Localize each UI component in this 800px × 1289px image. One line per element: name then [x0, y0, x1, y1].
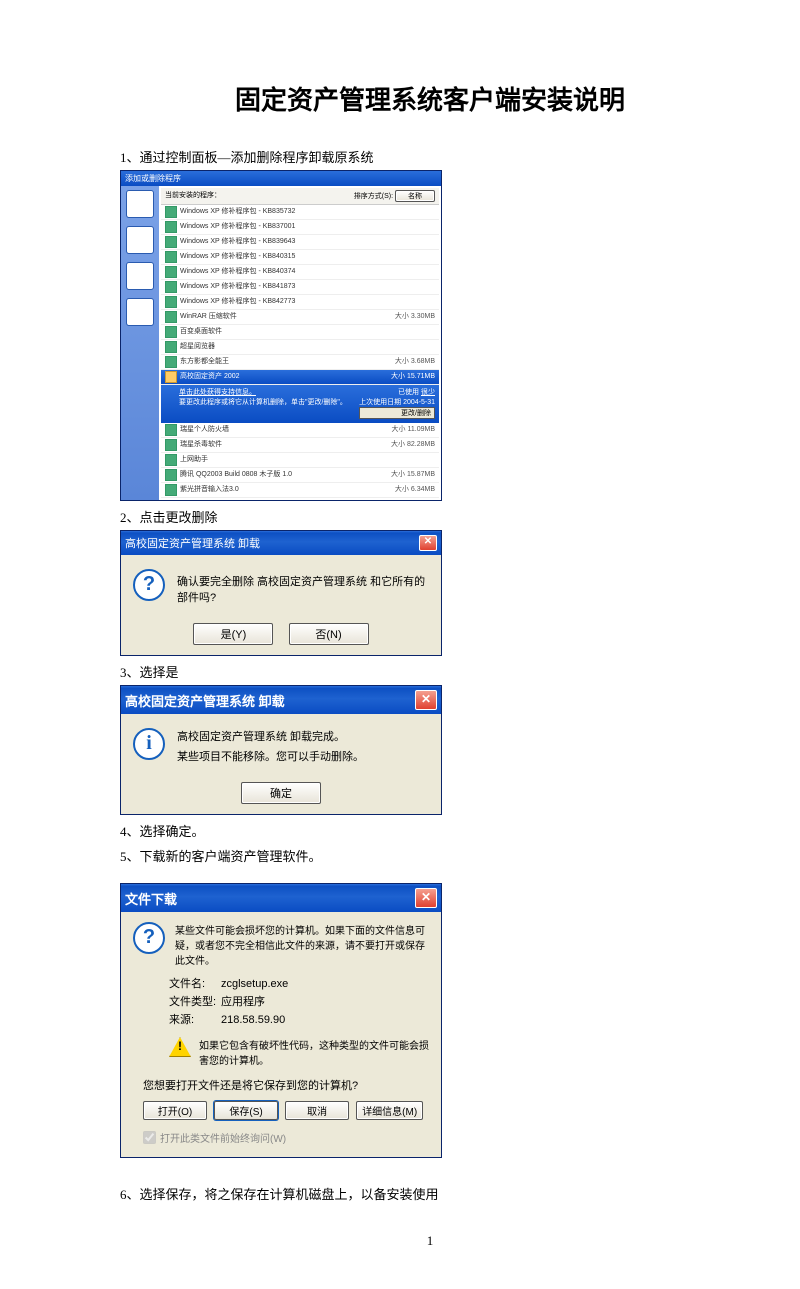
list-item: 百变桌面软件 — [161, 325, 439, 340]
done-msg2: 某些项目不能移除。您可以手动删除。 — [177, 748, 364, 764]
change-remove-button[interactable]: 更改/删除 — [359, 407, 435, 419]
step-6: 6、选择保存，将之保存在计算机磁盘上，以备安装使用 — [120, 1184, 740, 1203]
cancel-button[interactable]: 取消 — [285, 1101, 349, 1120]
list-item: 瑞星个人防火墙大小 11.09MB — [161, 423, 439, 438]
ok-button[interactable]: 确定 — [241, 782, 321, 804]
list-item: 上网助手 — [161, 453, 439, 468]
list-item: 瑞星杀毒软件大小 82.28MB — [161, 438, 439, 453]
warning-icon: ! — [169, 1037, 191, 1057]
no-button[interactable]: 否(N) — [289, 623, 369, 645]
arp-selected-row[interactable]: 高校固定资产 2002 大小 15.71MB — [161, 370, 439, 385]
list-item: Windows XP 修补程序包 - KB839643 — [161, 235, 439, 250]
list-item: 紫光拼音输入法3.0大小 6.34MB — [161, 483, 439, 498]
arp-selected-detail: 单击此处获得支持信息。 要更改此程序或将它从计算机删除，单击"更改/删除"。 已… — [161, 385, 439, 423]
page-number: 1 — [120, 1233, 740, 1249]
dialog-message: 确认要完全删除 高校固定资产管理系统 和它所有的部件吗? — [177, 569, 429, 605]
list-item: Windows XP 修补程序包 - KB840315 — [161, 250, 439, 265]
arp-sort-label: 排序方式(S): — [354, 193, 393, 200]
done-msg1: 高校固定资产管理系统 卸载完成。 — [177, 728, 364, 744]
arp-sidebar — [121, 186, 159, 500]
list-item: WinRAR 压缩软件大小 3.30MB — [161, 310, 439, 325]
type-label: 文件类型: — [169, 993, 221, 1009]
arp-title: 添加或删除程序 — [125, 173, 181, 184]
type-value: 应用程序 — [221, 996, 265, 1008]
dialog-title: 文件下载 — [125, 889, 415, 908]
more-info-button[interactable]: 详细信息(M) — [356, 1101, 423, 1120]
step-3: 3、选择是 — [120, 662, 740, 681]
confirm-uninstall-dialog: 高校固定资产管理系统 卸载 ✕ ? 确认要完全删除 高校固定资产管理系统 和它所… — [120, 530, 442, 656]
yes-button[interactable]: 是(Y) — [193, 623, 273, 645]
add-remove-programs-window: 添加或删除程序 当前安装的程序： 排序方式(S): 名称 Windows XP — [120, 170, 442, 501]
file-label: 文件名: — [169, 975, 221, 991]
file-name: zcglsetup.exe — [221, 978, 288, 990]
arp-support-link[interactable]: 单击此处获得支持信息。 — [179, 387, 355, 397]
always-ask-checkbox — [143, 1131, 156, 1144]
info-icon: i — [133, 728, 165, 760]
list-item: 腾讯 QQ2003 Build 0808 木子版 1.0大小 15.87MB — [161, 468, 439, 483]
file-download-dialog: 文件下载 ✕ ? 某些文件可能会损坏您的计算机。如果下面的文件信息可疑，或者您不… — [120, 883, 442, 1158]
step-2: 2、点击更改删除 — [120, 507, 740, 526]
always-ask-label: 打开此类文件前始终询问(W) — [160, 1130, 286, 1145]
list-item: Windows XP 修补程序包 - KB835732 — [161, 205, 439, 220]
arp-side-add-icon[interactable] — [126, 226, 154, 254]
arp-program-list[interactable]: Windows XP 修补程序包 - KB835732 Windows XP 修… — [161, 205, 439, 498]
list-item: 东方影都全能王大小 3.68MB — [161, 355, 439, 370]
list-item: Windows XP 修补程序包 - KB842773 — [161, 295, 439, 310]
arp-sort-select[interactable]: 名称 — [395, 190, 435, 202]
dialog-title: 高校固定资产管理系统 卸载 — [125, 691, 415, 710]
close-icon[interactable]: ✕ — [415, 888, 437, 908]
download-warning-top: 某些文件可能会损坏您的计算机。如果下面的文件信息可疑，或者您不完全相信此文件的来… — [175, 922, 429, 967]
question-icon: ? — [133, 922, 165, 954]
list-item: Windows XP 修补程序包 - KB841873 — [161, 280, 439, 295]
list-item: 超星阅览器 — [161, 340, 439, 355]
arp-side-defaults-icon[interactable] — [126, 298, 154, 326]
arp-head-left: 当前安装的程序： — [165, 190, 221, 202]
uninstall-done-dialog: 高校固定资产管理系统 卸载 ✕ i 高校固定资产管理系统 卸载完成。 某些项目不… — [120, 685, 442, 815]
open-button[interactable]: 打开(O) — [143, 1101, 207, 1120]
dialog-title: 高校固定资产管理系统 卸载 — [125, 535, 419, 551]
save-button[interactable]: 保存(S) — [214, 1101, 278, 1120]
question-icon: ? — [133, 569, 165, 601]
download-warning-bottom: 如果它包含有破坏性代码，这种类型的文件可能会损害您的计算机。 — [199, 1037, 429, 1067]
from-label: 来源: — [169, 1011, 221, 1027]
step-4: 4、选择确定。 — [120, 821, 740, 840]
step-1: 1、通过控制面板—添加删除程序卸载原系统 — [120, 147, 740, 166]
arp-side-change-icon[interactable] — [126, 190, 154, 218]
arp-side-windows-icon[interactable] — [126, 262, 154, 290]
list-item: Windows XP 修补程序包 - KB840374 — [161, 265, 439, 280]
close-icon[interactable]: ✕ — [415, 690, 437, 710]
from-value: 218.58.59.90 — [221, 1014, 285, 1026]
list-item: Windows XP 修补程序包 - KB837001 — [161, 220, 439, 235]
close-icon[interactable]: ✕ — [419, 535, 437, 551]
download-question: 您想要打开文件还是将它保存到您的计算机? — [133, 1071, 429, 1099]
page-title: 固定资产管理系统客户端安装说明 — [120, 80, 740, 117]
step-5: 5、下载新的客户端资产管理软件。 — [120, 846, 740, 865]
